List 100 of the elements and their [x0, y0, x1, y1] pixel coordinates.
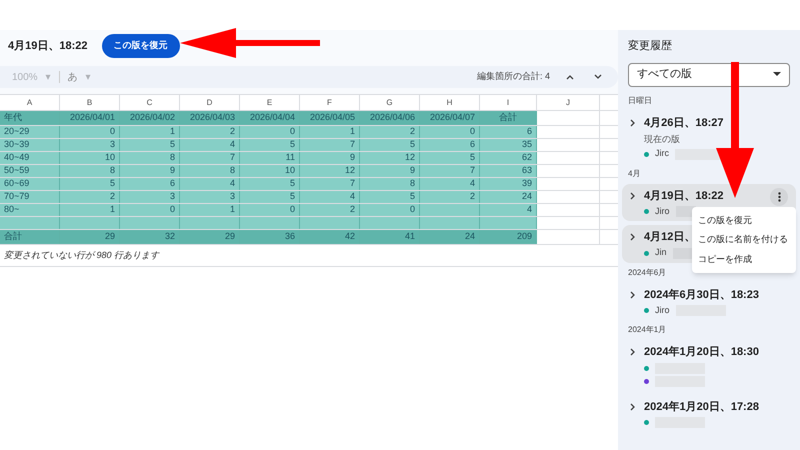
table-cell: 6 [420, 139, 480, 151]
table-cell: 3 [180, 191, 240, 203]
table-cell: 5 [60, 178, 120, 190]
table-cell: 4 [180, 178, 240, 190]
user-name: Jirc [655, 147, 669, 160]
version-title: 2024年6月30日、18:23 [644, 288, 759, 302]
panel-title: 変更履歴 [627, 38, 673, 54]
table-cell: 10 [240, 165, 300, 177]
table-cell: 32 [120, 230, 180, 244]
table-cell: 36 [240, 230, 300, 244]
version-title: 2024年1月20日、17:28 [644, 400, 759, 414]
table-cell: 6 [480, 126, 537, 138]
version-item[interactable]: 2024年1月20日、18:30 [622, 340, 796, 390]
table-cell: 2 [60, 191, 120, 203]
table-cell: 3 [60, 139, 120, 151]
table-cell: 5 [120, 139, 180, 151]
table-cell: 8 [180, 165, 240, 177]
table-cell: 2 [360, 126, 420, 138]
table-cell: 40~49 [0, 152, 60, 164]
table-cell: 39 [480, 178, 537, 190]
table-cell: 2026/04/03 [180, 111, 240, 125]
table-cell: 9 [360, 165, 420, 177]
table-cell: 1 [120, 126, 180, 138]
table-cell: 5 [240, 139, 300, 151]
column-header[interactable]: G [360, 95, 420, 110]
restore-button[interactable]: この版を復元 [102, 34, 180, 58]
table-cell: 2026/04/06 [360, 111, 420, 125]
table-cell: 80~ [0, 204, 60, 216]
table-cell: 2 [300, 204, 360, 216]
table-cell: 9 [300, 152, 360, 164]
table-cell: 60~69 [0, 178, 60, 190]
table-cell: 29 [180, 230, 240, 244]
table-cell: 4 [480, 204, 537, 216]
table-cell: 1 [300, 126, 360, 138]
table-cell: 合計 [480, 111, 537, 125]
table-cell: 209 [480, 230, 537, 244]
column-header[interactable]: A [0, 95, 60, 110]
table-cell: 63 [480, 165, 537, 177]
group-label: 日曜日 [627, 94, 653, 106]
version-title: 4月19日、18:22 [644, 188, 724, 204]
column-header[interactable]: D [180, 95, 240, 110]
table-cell: 0 [420, 126, 480, 138]
table-cell: 5 [360, 191, 420, 203]
version-title: 4月26日、18:27 [644, 116, 724, 130]
table-cell: 12 [360, 152, 420, 164]
table-cell: 2026/04/07 [420, 111, 480, 125]
column-header[interactable]: J [537, 95, 600, 110]
table-cell: 5 [360, 139, 420, 151]
table-cell: 20~29 [0, 126, 60, 138]
table-cell: 3 [120, 191, 180, 203]
table-cell: 9 [120, 165, 180, 177]
table-cell: 0 [240, 204, 300, 216]
group-label: 4月 [627, 168, 642, 180]
user-name: Jiro [655, 304, 670, 317]
version-subtitle: 現在の版 [644, 133, 681, 146]
table-cell: 2026/04/05 [300, 111, 360, 125]
table-cell: 4 [300, 191, 360, 203]
table-cell: 50~59 [0, 165, 60, 177]
table-cell: 8 [120, 152, 180, 164]
table-cell: 41 [360, 230, 420, 244]
table-cell: 62 [480, 152, 537, 164]
table-cell: 7 [300, 178, 360, 190]
column-header[interactable]: E [240, 95, 300, 110]
edit-count: 編集箇所の合計: 4 [476, 70, 550, 84]
table-cell: 1 [60, 204, 120, 216]
unchanged-rows-note: 変更されていない行が 980 行あります [4, 248, 160, 262]
table-cell: 70~79 [0, 191, 60, 203]
table-cell: 1 [180, 204, 240, 216]
table-cell: 8 [360, 178, 420, 190]
column-header[interactable]: I [480, 95, 537, 110]
user-name: Jin [655, 246, 667, 260]
version-filter-dropdown[interactable]: すべての版 [628, 62, 790, 86]
table-cell: 6 [120, 178, 180, 190]
table-cell: 7 [420, 165, 480, 177]
user-name: Jiro [655, 204, 670, 218]
column-header[interactable]: H [420, 95, 480, 110]
version-item[interactable]: 2024年1月20日、17:28 [622, 394, 796, 432]
table-cell: 2026/04/01 [60, 111, 120, 125]
column-header[interactable]: B [60, 95, 120, 110]
version-title: 2024年1月20日、18:30 [644, 344, 759, 360]
table-cell: 11 [240, 152, 300, 164]
column-header[interactable]: C [120, 95, 180, 110]
table-cell: 0 [360, 204, 420, 216]
version-item[interactable]: 2024年6月30日、18:23 Jiro [622, 282, 796, 320]
table-cell: 30~39 [0, 139, 60, 151]
table-cell: 7 [300, 139, 360, 151]
table-cell: 8 [60, 165, 120, 177]
table-cell: 0 [60, 126, 120, 138]
column-header[interactable]: F [300, 95, 360, 110]
table-cell: 24 [420, 230, 480, 244]
table-cell: 5 [240, 191, 300, 203]
table-cell: 4 [180, 139, 240, 151]
table-cell: 7 [180, 152, 240, 164]
table-cell: 0 [120, 204, 180, 216]
table-cell: 2026/04/04 [240, 111, 300, 125]
menu-item[interactable]: コピーを作成 [692, 250, 796, 269]
table-cell: 29 [60, 230, 120, 244]
table-cell: 2026/04/02 [120, 111, 180, 125]
table-cell: 10 [60, 152, 120, 164]
group-label: 2024年6月 [627, 266, 668, 278]
